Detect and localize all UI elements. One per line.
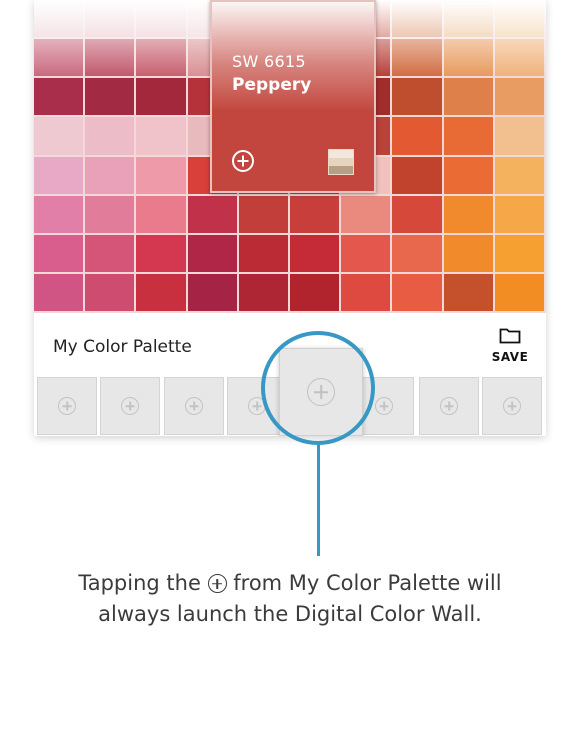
color-wall-swatch[interactable]	[494, 234, 544, 272]
color-wall-swatch[interactable]	[494, 273, 544, 311]
color-wall-swatch[interactable]	[392, 117, 442, 155]
save-label: SAVE	[491, 350, 529, 364]
caption-text: Tapping the from My Color Palette will a…	[30, 568, 550, 630]
palette-slot[interactable]	[37, 377, 97, 435]
color-wall-swatch[interactable]	[187, 273, 237, 311]
color-wall-swatch[interactable]	[136, 156, 186, 194]
color-wall-swatch[interactable]	[443, 117, 493, 155]
palette-slot[interactable]	[482, 377, 542, 435]
color-wall-swatch[interactable]	[443, 234, 493, 272]
plus-circle-icon	[185, 397, 203, 415]
color-wall-swatch[interactable]	[443, 78, 493, 116]
color-wall-swatch[interactable]	[290, 195, 340, 233]
chip-color-name: Peppery	[232, 75, 312, 95]
color-wall-swatch[interactable]	[443, 39, 493, 77]
color-wall-swatch[interactable]	[443, 273, 493, 311]
color-wall-swatch[interactable]	[341, 195, 391, 233]
color-wall-swatch[interactable]	[136, 234, 186, 272]
color-wall-swatch[interactable]	[392, 39, 442, 77]
palette-slot[interactable]	[164, 377, 224, 435]
color-wall-swatch[interactable]	[341, 273, 391, 311]
plus-circle-icon	[58, 397, 76, 415]
color-wall-swatch[interactable]	[443, 0, 493, 38]
color-wall-swatch[interactable]	[494, 156, 544, 194]
color-wall-swatch[interactable]	[34, 156, 84, 194]
plus-circle-icon	[121, 397, 139, 415]
caption-line1-after: from My Color Palette will	[233, 571, 502, 595]
color-wall-swatch[interactable]	[85, 156, 135, 194]
color-wall-swatch[interactable]	[34, 0, 84, 38]
color-wall-swatch[interactable]	[392, 273, 442, 311]
color-wall-swatch[interactable]	[136, 273, 186, 311]
color-wall-swatch[interactable]	[494, 0, 544, 38]
color-wall-swatch[interactable]	[238, 273, 288, 311]
palette-slot[interactable]	[419, 377, 479, 435]
color-wall-swatch[interactable]	[136, 117, 186, 155]
color-wall-swatch[interactable]	[494, 117, 544, 155]
plus-circle-icon	[440, 397, 458, 415]
color-wall-swatch[interactable]	[34, 195, 84, 233]
caption-line2: always launch the Digital Color Wall.	[98, 602, 482, 626]
plus-circle-icon	[503, 397, 521, 415]
color-wall-swatch[interactable]	[494, 39, 544, 77]
color-wall-swatch[interactable]	[85, 195, 135, 233]
color-wall-swatch[interactable]	[85, 39, 135, 77]
color-wall-swatch[interactable]	[34, 39, 84, 77]
color-wall-swatch[interactable]	[290, 273, 340, 311]
color-wall-swatch[interactable]	[187, 195, 237, 233]
folder-icon	[499, 328, 521, 344]
color-chip-peppery[interactable]: SW 6615 Peppery	[210, 0, 376, 193]
plus-circle-icon[interactable]	[232, 150, 254, 172]
palette-title: My Color Palette	[53, 337, 192, 357]
color-wall-swatch[interactable]	[34, 78, 84, 116]
color-wall-swatch[interactable]	[238, 234, 288, 272]
color-wall-swatch[interactable]	[392, 234, 442, 272]
caption-line1-before: Tapping the	[78, 571, 201, 595]
color-wall-swatch[interactable]	[85, 0, 135, 38]
callout-line	[317, 444, 320, 556]
color-wall-swatch[interactable]	[136, 78, 186, 116]
color-wall-swatch[interactable]	[341, 234, 391, 272]
color-wall-swatch[interactable]	[392, 195, 442, 233]
color-wall-swatch[interactable]	[238, 195, 288, 233]
color-wall-swatch[interactable]	[136, 39, 186, 77]
color-wall-swatch[interactable]	[443, 156, 493, 194]
color-wall-swatch[interactable]	[85, 117, 135, 155]
palette-slot[interactable]	[100, 377, 160, 435]
plus-circle-icon	[207, 574, 227, 593]
color-wall-swatch[interactable]	[85, 234, 135, 272]
color-wall-swatch[interactable]	[392, 156, 442, 194]
color-wall-swatch[interactable]	[494, 195, 544, 233]
color-wall-swatch[interactable]	[85, 78, 135, 116]
color-wall-swatch[interactable]	[443, 195, 493, 233]
color-wall-swatch[interactable]	[392, 78, 442, 116]
color-wall-swatch[interactable]	[34, 117, 84, 155]
callout-circle	[261, 331, 375, 445]
chip-color-number: SW 6615	[232, 52, 306, 71]
color-wall-swatch[interactable]	[85, 273, 135, 311]
color-wall-swatch[interactable]	[34, 234, 84, 272]
color-strip-icon[interactable]	[328, 149, 354, 175]
color-wall-swatch[interactable]	[136, 195, 186, 233]
save-button[interactable]: SAVE	[489, 326, 531, 370]
color-wall-swatch[interactable]	[494, 78, 544, 116]
color-wall-swatch[interactable]	[290, 234, 340, 272]
color-wall-swatch[interactable]	[34, 273, 84, 311]
color-wall-swatch[interactable]	[136, 0, 186, 38]
color-wall-swatch[interactable]	[392, 0, 442, 38]
color-wall-swatch[interactable]	[187, 234, 237, 272]
plus-circle-icon	[375, 397, 393, 415]
